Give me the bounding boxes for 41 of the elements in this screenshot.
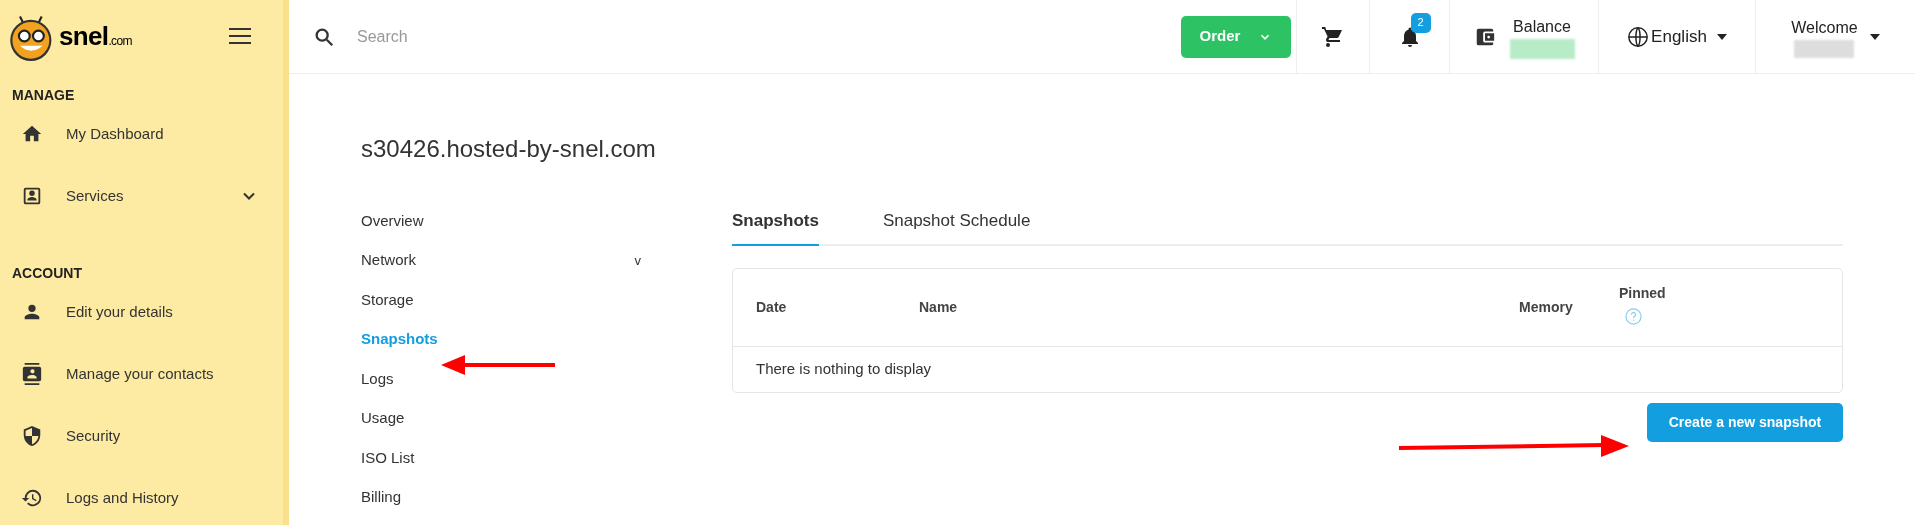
subnav-item[interactable]: Network v xyxy=(361,240,732,280)
notification-badge: 2 xyxy=(1410,12,1431,33)
subnav-item[interactable]: Usage xyxy=(361,398,732,438)
sidebar-item[interactable]: Manage your contacts xyxy=(0,343,283,405)
search-field[interactable]: Search xyxy=(357,24,857,49)
user-menu[interactable]: Welcome xyxy=(1755,0,1915,73)
column-header: Pinned xyxy=(1619,283,1666,303)
sidebar-item[interactable]: My Dashboard xyxy=(0,103,283,165)
sidebar-item[interactable]: Services xyxy=(0,165,283,227)
subnav-item[interactable]: Overview xyxy=(361,201,732,241)
section-heading: ACCOUNT xyxy=(11,264,83,281)
contact-card-icon xyxy=(21,185,43,207)
subnav-item[interactable]: ISO List xyxy=(361,438,732,478)
subnav-item[interactable]: Storage xyxy=(361,280,732,320)
contacts-icon xyxy=(21,363,43,385)
history-icon xyxy=(21,487,43,509)
empty-message: There is nothing to display xyxy=(755,359,933,380)
username-blurred xyxy=(1794,39,1855,58)
tab[interactable]: Snapshots xyxy=(732,208,819,246)
cart-icon[interactable] xyxy=(1321,24,1345,49)
tab[interactable]: Snapshot Schedule xyxy=(882,208,1031,246)
column-header: Memory xyxy=(1519,298,1574,317)
column-header: Date xyxy=(756,298,788,317)
page-title: s30426.hosted-by-snel.com xyxy=(361,134,657,161)
menu-button[interactable] xyxy=(229,28,251,44)
section-heading: MANAGE xyxy=(11,86,76,103)
sidebar-item[interactable]: Security xyxy=(0,405,283,467)
balance-value-blurred xyxy=(1509,38,1575,59)
caret-icon xyxy=(1716,33,1727,40)
globe-icon xyxy=(1627,25,1650,48)
caret-icon xyxy=(1869,33,1880,40)
sidebar-item[interactable]: Logs and History xyxy=(0,467,283,525)
subnav-item[interactable]: Billing xyxy=(361,477,732,517)
subnav-item[interactable]: Logs xyxy=(361,359,732,399)
shield-icon xyxy=(21,425,43,447)
balance-label: Balance xyxy=(1513,16,1571,37)
language-selector[interactable]: English xyxy=(1598,0,1755,73)
logo-text: snel.com xyxy=(59,19,132,53)
sidebar-item[interactable]: Edit your details xyxy=(0,281,283,343)
expand-toggle[interactable]: v xyxy=(634,250,641,270)
column-header: Name xyxy=(919,298,959,317)
